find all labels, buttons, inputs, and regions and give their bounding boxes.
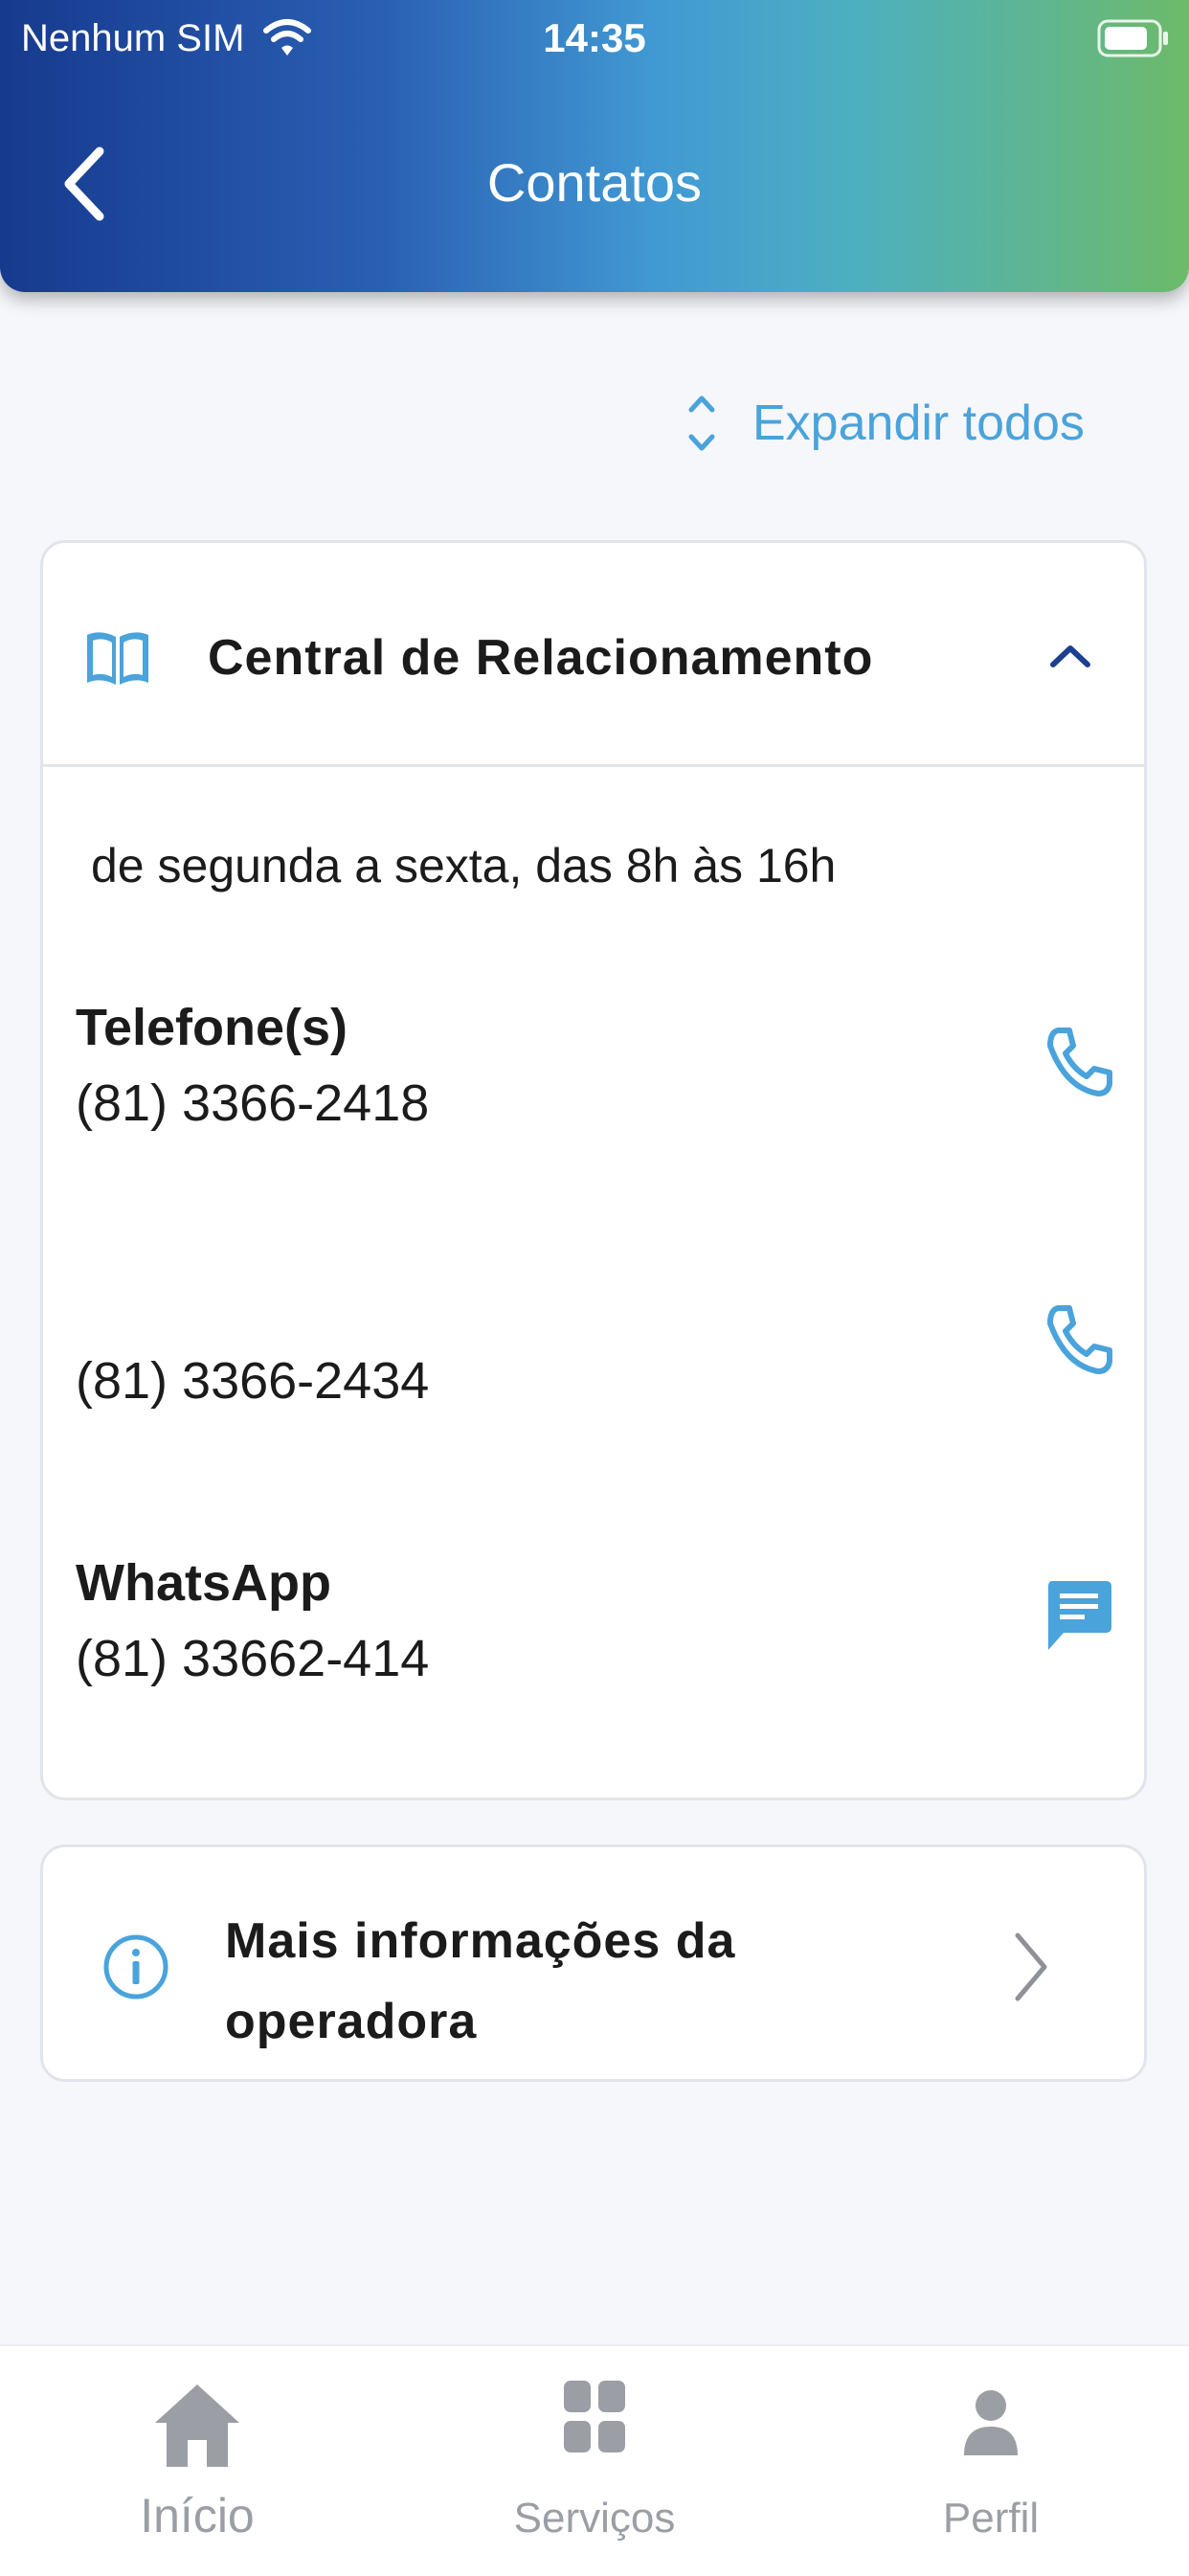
tab-label: Início bbox=[140, 2489, 255, 2542]
chevron-right-icon bbox=[1015, 1932, 1047, 2001]
page-title: Contatos bbox=[486, 152, 703, 213]
bottom-tab-bar: Início Serviços Perfil bbox=[0, 2344, 1189, 2576]
app-header: Nenhum SIM 14:35 Contatos bbox=[0, 0, 1189, 292]
message-icon[interactable] bbox=[1044, 1577, 1113, 1654]
phone-call-icon[interactable] bbox=[1044, 1025, 1113, 1097]
accordion-title: Central de Relacionamento bbox=[208, 630, 874, 686]
chevron-up-icon[interactable] bbox=[1048, 643, 1092, 669]
more-info-card[interactable]: Mais informações da operadora bbox=[40, 1844, 1147, 2082]
tab-inicio[interactable]: Início bbox=[54, 2346, 341, 2576]
grid-icon bbox=[564, 2381, 625, 2452]
book-open-icon bbox=[87, 632, 148, 685]
more-info-title: Mais informações da operadora bbox=[225, 1913, 736, 2049]
phone-call-icon[interactable] bbox=[1044, 1302, 1113, 1375]
tab-servicos[interactable]: Serviços bbox=[451, 2346, 738, 2576]
home-icon bbox=[155, 2384, 239, 2467]
contact-accordion-card: Central de Relacionamento de segunda a s… bbox=[40, 540, 1147, 1800]
expand-vertical-icon bbox=[688, 395, 715, 451]
tab-label: Serviços bbox=[513, 2495, 676, 2542]
phone-number: (81) 3366-2434 bbox=[76, 1352, 430, 1410]
whatsapp-label: WhatsApp bbox=[76, 1554, 331, 1612]
battery-icon bbox=[1097, 19, 1168, 57]
expand-all-button[interactable]: Expandir todos bbox=[685, 393, 1085, 454]
phone-number: (81) 3366-2418 bbox=[76, 1074, 430, 1132]
whatsapp-number: (81) 33662-414 bbox=[76, 1630, 430, 1687]
tab-perfil[interactable]: Perfil bbox=[847, 2346, 1134, 2576]
expand-all-label: Expandir todos bbox=[752, 395, 1085, 451]
service-hours: de segunda a sexta, das 8h às 16h bbox=[91, 839, 837, 893]
phones-label: Telefone(s) bbox=[76, 999, 348, 1056]
accordion-header[interactable]: Central de Relacionamento bbox=[43, 543, 1144, 767]
info-circle-icon bbox=[103, 1934, 168, 2000]
tab-label: Perfil bbox=[942, 2495, 1040, 2542]
clock-label: 14:35 bbox=[543, 15, 646, 60]
person-icon bbox=[964, 2390, 1018, 2455]
